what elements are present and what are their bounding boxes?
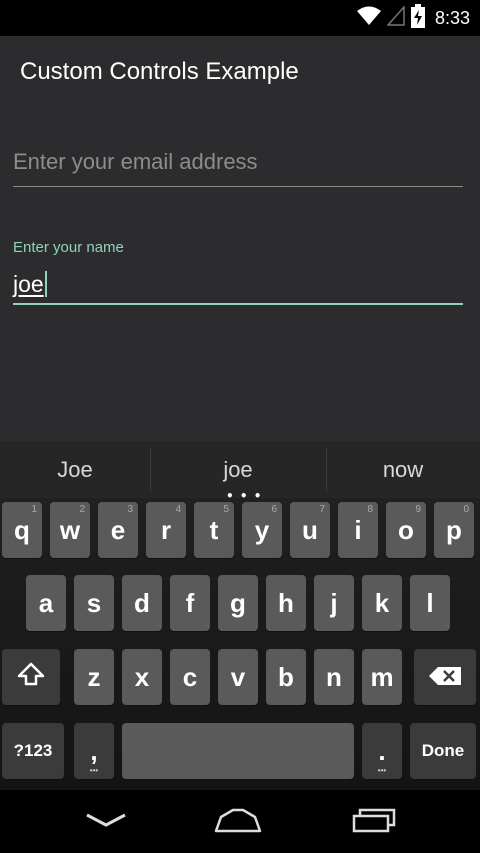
shift-key[interactable] (2, 649, 60, 705)
name-input-value: joe (13, 271, 44, 297)
key-a[interactable]: a (26, 575, 66, 631)
status-time: 8:33 (434, 7, 470, 28)
app-title: Custom Controls Example (20, 58, 299, 85)
suggestion-strip: Joe joe now • • • (0, 441, 480, 503)
home-icon (213, 807, 263, 837)
suggestion-1[interactable]: Joe (0, 441, 150, 498)
shift-icon (16, 661, 46, 694)
name-field-label: Enter your name (13, 239, 124, 256)
more-suggestions-icon: • • • (226, 489, 263, 503)
key-x[interactable]: x (122, 649, 162, 705)
recents-icon (351, 807, 397, 837)
symbols-key[interactable]: ?123 (2, 723, 64, 779)
key-g[interactable]: g (218, 575, 258, 631)
key-j[interactable]: j (314, 575, 354, 631)
home-button[interactable] (208, 804, 268, 840)
key-q[interactable]: q1 (2, 502, 42, 558)
done-key[interactable]: Done (410, 723, 476, 779)
key-period[interactable]: . ••• (362, 723, 402, 779)
key-k[interactable]: k (362, 575, 402, 631)
key-s[interactable]: s (74, 575, 114, 631)
signal-icon (386, 5, 405, 30)
battery-charging-icon (410, 4, 425, 32)
wifi-icon (356, 6, 381, 30)
key-comma[interactable]: , ••• (74, 723, 114, 779)
soft-keyboard: Joe joe now • • • q1 w2 e3 r4 t5 y6 u7 i… (0, 441, 480, 790)
key-y[interactable]: y6 (242, 502, 282, 558)
action-bar: Custom Controls Example (0, 36, 480, 111)
name-input[interactable]: joe (13, 270, 47, 299)
more-keys-icon: ••• (377, 766, 387, 775)
key-c[interactable]: c (170, 649, 210, 705)
form-content: Enter your name joe (0, 111, 480, 441)
key-h[interactable]: h (266, 575, 306, 631)
suggestion-3[interactable]: now (326, 441, 480, 498)
more-keys-icon: ••• (89, 766, 99, 775)
status-icons: 8:33 (356, 4, 470, 32)
key-t[interactable]: t5 (194, 502, 234, 558)
key-v[interactable]: v (218, 649, 258, 705)
email-field[interactable] (13, 141, 463, 187)
space-bar[interactable] (122, 723, 354, 779)
key-n[interactable]: n (314, 649, 354, 705)
key-d[interactable]: d (122, 575, 162, 631)
name-field[interactable]: joe (13, 261, 463, 305)
back-icon (84, 811, 128, 833)
key-z[interactable]: z (74, 649, 114, 705)
key-e[interactable]: e3 (98, 502, 138, 558)
key-p[interactable]: p0 (434, 502, 474, 558)
backspace-icon (428, 662, 462, 693)
key-f[interactable]: f (170, 575, 210, 631)
navigation-bar (0, 790, 480, 853)
back-button[interactable] (76, 804, 136, 840)
key-w[interactable]: w2 (50, 502, 90, 558)
backspace-key[interactable] (414, 649, 476, 705)
status-bar: 8:33 (0, 0, 480, 36)
key-m[interactable]: m (362, 649, 402, 705)
email-input[interactable] (13, 149, 463, 175)
text-caret (44, 270, 47, 297)
key-r[interactable]: r4 (146, 502, 186, 558)
key-i[interactable]: i8 (338, 502, 378, 558)
key-l[interactable]: l (410, 575, 450, 631)
key-u[interactable]: u7 (290, 502, 330, 558)
key-b[interactable]: b (266, 649, 306, 705)
recents-button[interactable] (344, 804, 404, 840)
key-o[interactable]: o9 (386, 502, 426, 558)
